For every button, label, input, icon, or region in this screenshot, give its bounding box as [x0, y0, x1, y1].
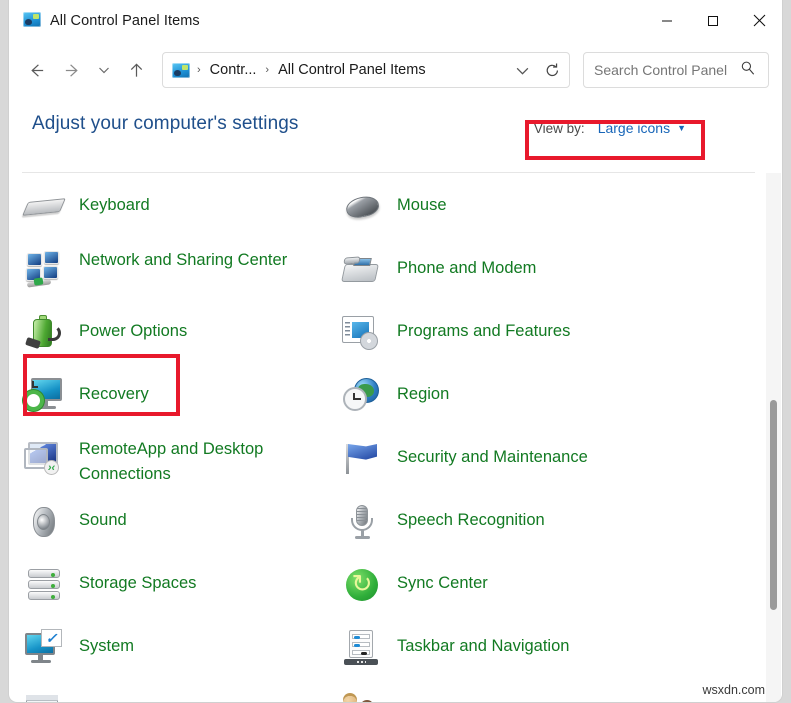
remoteapp-icon: ›‹ — [22, 437, 66, 481]
item-label[interactable]: Keyboard — [79, 185, 150, 218]
item-sync-center[interactable]: Sync Center — [340, 560, 782, 623]
item-taskbar-and-navigation[interactable]: Taskbar and Navigation — [340, 623, 782, 686]
phone-modem-icon — [340, 248, 384, 292]
item-power-options[interactable]: Power Options — [22, 308, 340, 371]
maximize-button[interactable] — [690, 0, 736, 41]
item-system[interactable]: ✓ System — [22, 623, 340, 686]
minimize-button[interactable] — [644, 0, 690, 41]
recovery-icon — [22, 374, 66, 418]
item-region[interactable]: Region — [340, 371, 782, 434]
item-label[interactable]: Programs and Features — [397, 311, 570, 344]
item-label[interactable]: User Accounts — [397, 689, 503, 702]
search-input[interactable] — [594, 62, 740, 78]
scrollbar-thumb[interactable] — [770, 400, 777, 610]
user-accounts-icon — [340, 689, 384, 702]
item-label[interactable]: System — [79, 626, 134, 659]
back-icon[interactable] — [18, 52, 54, 88]
item-label[interactable]: Security and Maintenance — [397, 437, 588, 470]
address-control-panel-icon — [172, 63, 190, 78]
breadcrumb-separator-1: › — [190, 64, 208, 76]
item-label[interactable]: Network and Sharing Center — [79, 248, 287, 273]
item-label[interactable]: Recovery — [79, 374, 149, 407]
navigation-bar: › Contr... › All Control Panel Items — [9, 41, 782, 99]
item-speech-recognition[interactable]: Speech Recognition — [340, 497, 782, 560]
window-controls — [644, 0, 782, 41]
item-label[interactable]: Mouse — [397, 185, 447, 218]
window-title: All Control Panel Items — [50, 13, 200, 29]
breadcrumb-all-items[interactable]: All Control Panel Items — [276, 62, 427, 78]
item-network-and-sharing-center[interactable]: Network and Sharing Center — [22, 245, 340, 308]
troubleshooting-icon — [22, 689, 66, 702]
up-icon[interactable] — [118, 52, 154, 88]
storage-icon — [22, 563, 66, 607]
refresh-icon[interactable] — [537, 54, 567, 86]
search-icon[interactable] — [740, 60, 756, 81]
network-icon — [22, 248, 66, 292]
item-label[interactable]: Power Options — [79, 311, 187, 344]
sound-icon — [22, 500, 66, 544]
view-by-chevron-down-icon[interactable]: ▼ — [677, 123, 686, 133]
item-remoteapp-and-desktop-connections[interactable]: ›‹ RemoteApp and Desktop Connections — [22, 434, 340, 497]
region-icon — [340, 374, 384, 418]
item-label[interactable]: Sync Center — [397, 563, 488, 596]
forward-icon[interactable] — [54, 52, 90, 88]
item-label[interactable]: Speech Recognition — [397, 500, 545, 533]
view-by-control[interactable]: View by: Large icons ▼ — [534, 120, 686, 136]
vertical-scrollbar[interactable] — [766, 173, 781, 702]
control-panel-window: All Control Panel Items — [8, 0, 783, 703]
system-icon: ✓ — [22, 626, 66, 670]
item-programs-and-features[interactable]: Programs and Features — [340, 308, 782, 371]
security-flag-icon — [340, 437, 384, 481]
search-box[interactable] — [583, 52, 769, 88]
item-keyboard[interactable]: Keyboard — [22, 182, 340, 245]
item-mouse[interactable]: Mouse — [340, 182, 782, 245]
power-icon — [22, 311, 66, 355]
view-by-label: View by: — [534, 121, 585, 136]
item-security-and-maintenance[interactable]: Security and Maintenance — [340, 434, 782, 497]
items-pane: Keyboard Mouse Network and Sharing Cente… — [9, 173, 782, 702]
address-bar[interactable]: › Contr... › All Control Panel Items — [162, 52, 570, 88]
item-label[interactable]: Sound — [79, 500, 127, 533]
address-chevron-down-icon[interactable] — [507, 54, 537, 86]
mouse-icon — [340, 185, 384, 229]
programs-icon — [340, 311, 384, 355]
item-label[interactable]: Taskbar and Navigation — [397, 626, 569, 659]
breadcrumb-separator-2: › — [258, 64, 276, 76]
item-label[interactable]: Storage Spaces — [79, 563, 196, 596]
control-panel-icon — [23, 12, 41, 30]
sync-icon — [340, 563, 384, 607]
recent-locations-chevron-down-icon[interactable] — [90, 52, 118, 88]
item-troubleshooting[interactable]: Troubleshooting — [22, 686, 340, 702]
close-button[interactable] — [736, 0, 782, 41]
speech-icon — [340, 500, 384, 544]
item-recovery[interactable]: Recovery — [22, 371, 340, 434]
keyboard-icon — [22, 185, 66, 229]
header-strip: Adjust your computer's settings View by:… — [9, 99, 782, 156]
watermark: wsxdn.com — [702, 683, 765, 697]
item-phone-and-modem[interactable]: Phone and Modem — [340, 245, 782, 308]
item-label[interactable]: Phone and Modem — [397, 248, 536, 281]
taskbar-icon — [340, 626, 384, 670]
item-label[interactable]: Region — [397, 374, 449, 407]
breadcrumb-control-panel[interactable]: Contr... — [208, 62, 259, 78]
item-label[interactable]: RemoteApp and Desktop Connections — [79, 437, 294, 487]
item-sound[interactable]: Sound — [22, 497, 340, 560]
item-label[interactable]: Troubleshooting — [79, 689, 197, 702]
control-panel-items-grid: Keyboard Mouse Network and Sharing Cente… — [9, 173, 782, 702]
item-storage-spaces[interactable]: Storage Spaces — [22, 560, 340, 623]
title-bar: All Control Panel Items — [9, 0, 782, 41]
page-title: Adjust your computer's settings — [32, 113, 299, 135]
view-by-value[interactable]: Large icons — [598, 120, 670, 136]
